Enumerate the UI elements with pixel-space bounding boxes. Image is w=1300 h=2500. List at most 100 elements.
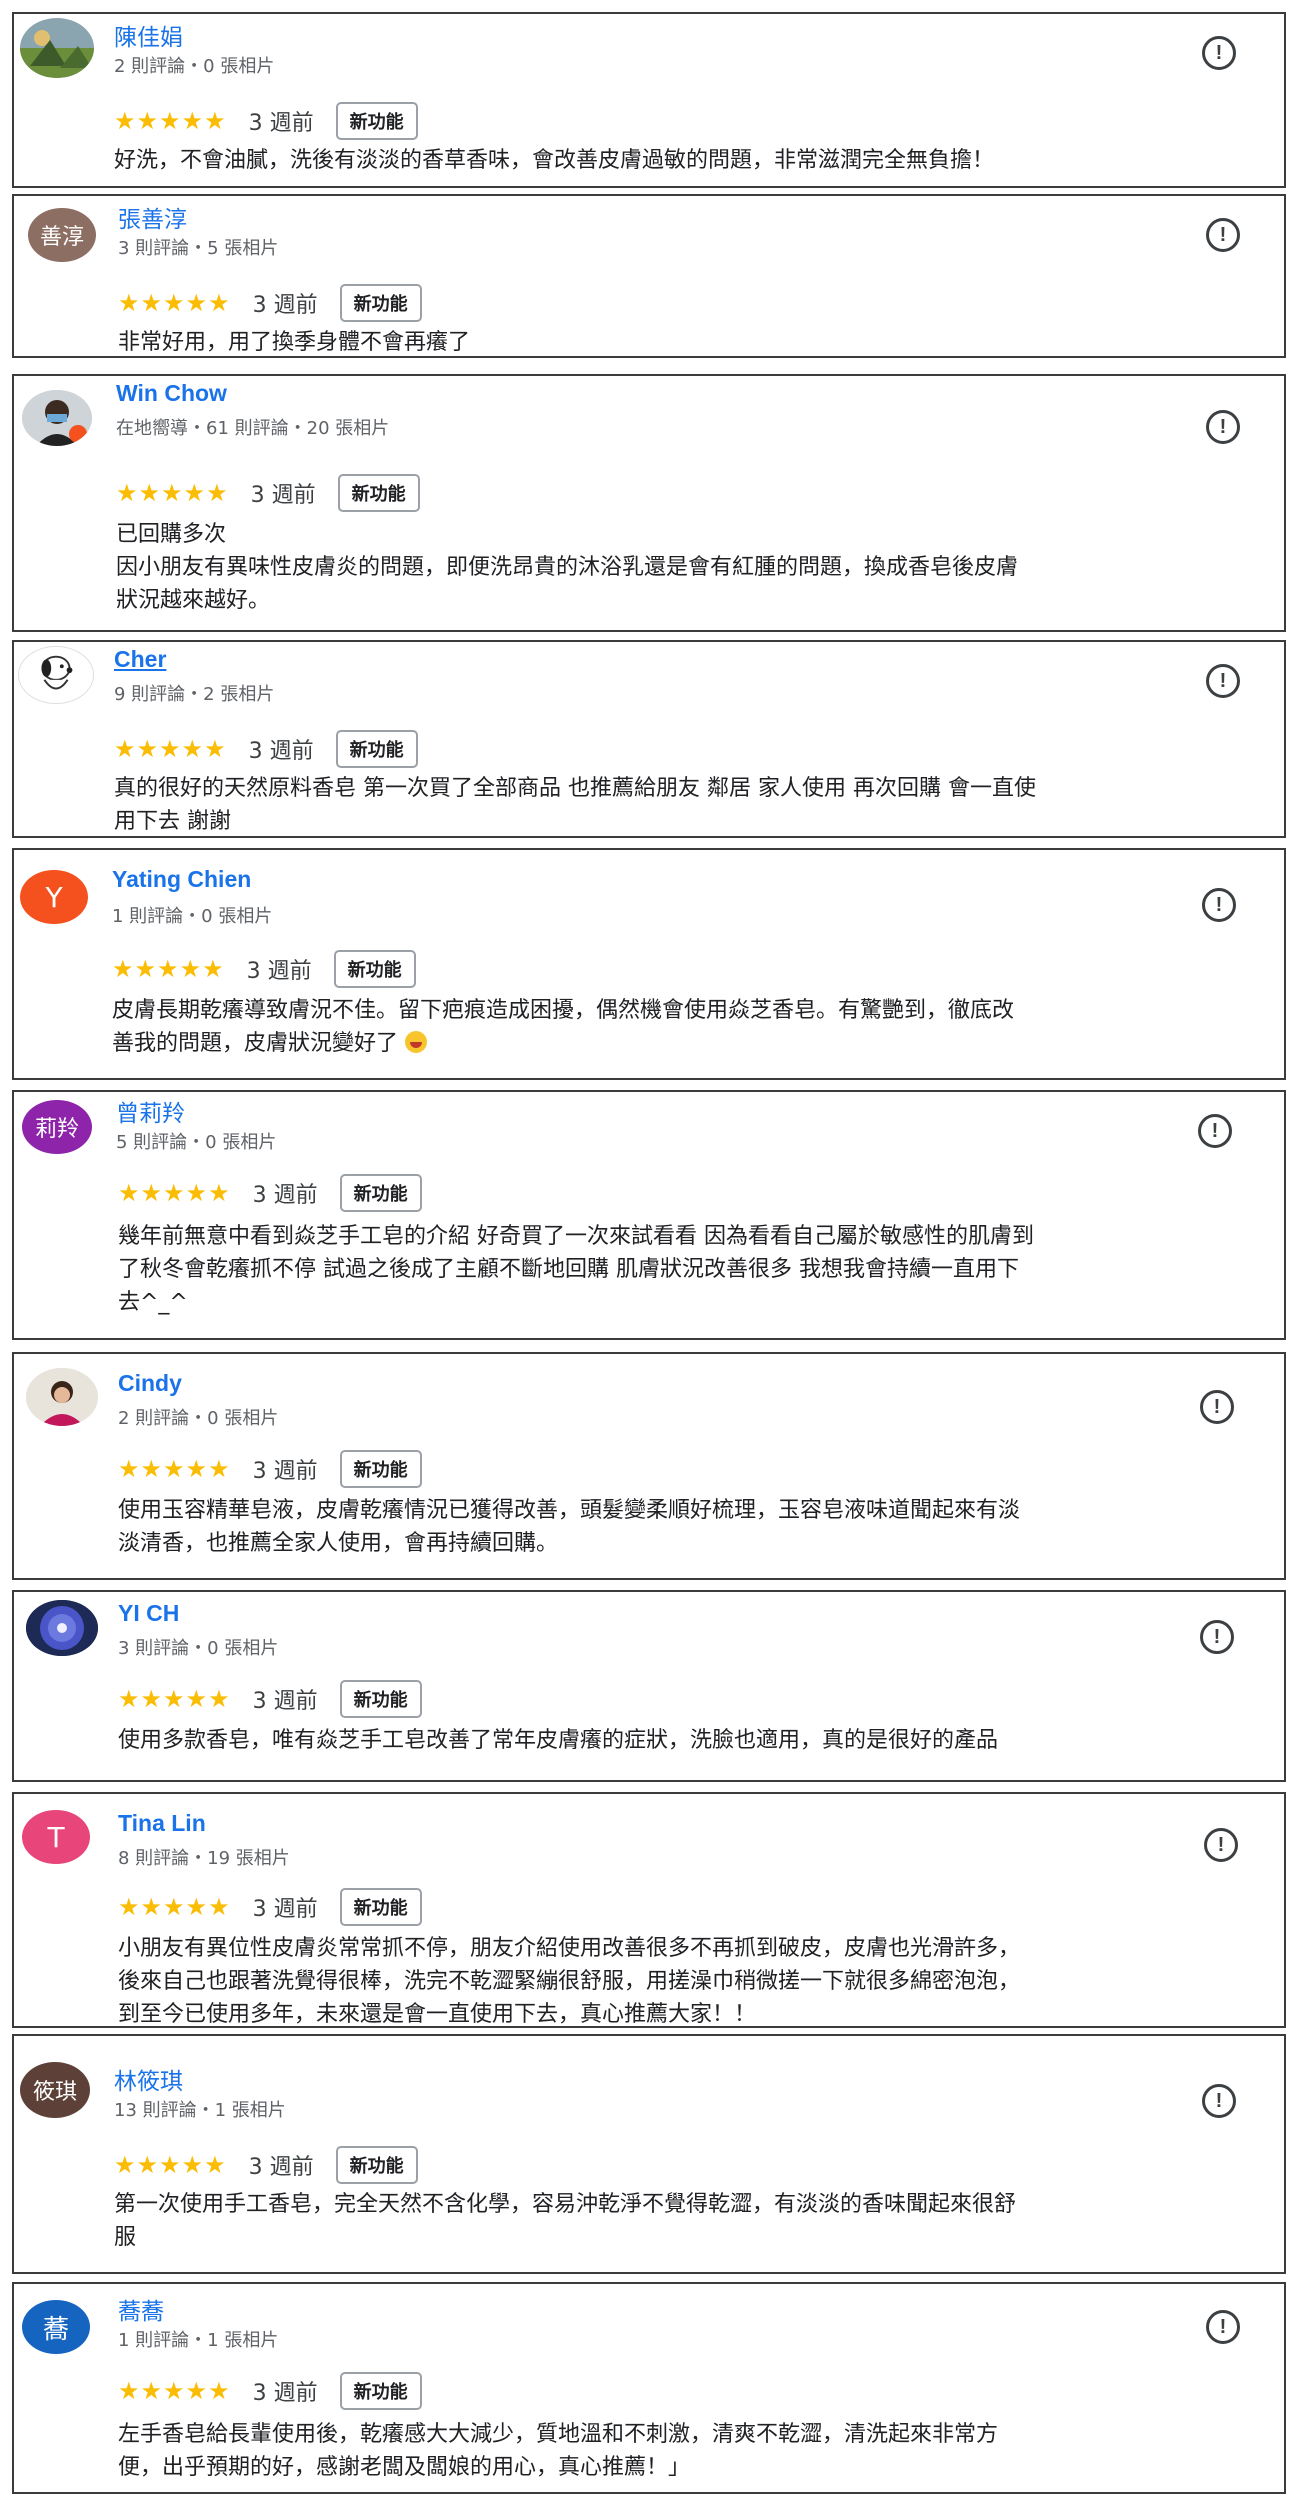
review-text: 非常好用，用了換季身體不會再癢了 <box>118 330 471 355</box>
reviewer-meta: 在地嚮導・61 則評論・20 張相片 <box>116 418 390 439</box>
avatar[interactable]: 筱琪 <box>20 2062 90 2118</box>
review-text: 左手香皂給長輩使用後，乾癢感大大減少，質地溫和不刺激，清爽不乾澀，清洗起來非常方… <box>118 2422 999 2480</box>
avatar[interactable] <box>26 1600 98 1656</box>
reviewer-meta: 3 則評論・5 張相片 <box>118 238 279 259</box>
review-text-content: 皮膚長期乾癢導致膚況不佳。留下疤痕造成困擾，偶然機會使用焱芝香皂。有驚艷到，徹底… <box>112 998 1015 1056</box>
review-card: 陳佳娟 2 則評論・0 張相片 ! ★★★★★ 3 週前 新功能 好洗，不會油膩… <box>12 12 1286 188</box>
new-feature-badge[interactable]: 新功能 <box>335 102 418 140</box>
new-feature-badge[interactable]: 新功能 <box>335 730 418 768</box>
report-icon[interactable]: ! <box>1202 2084 1236 2118</box>
reviewer-name[interactable]: 張善淳 <box>118 200 187 234</box>
star-rating: ★★★★★ <box>118 1179 231 1207</box>
reviewer-name[interactable]: Win Chow <box>116 380 227 407</box>
rating-row: ★★★★★ 3 週前 新功能 <box>118 1680 422 1718</box>
report-icon[interactable]: ! <box>1206 2310 1240 2344</box>
new-feature-badge[interactable]: 新功能 <box>339 1450 422 1488</box>
review-text: 使用多款香皂，唯有焱芝手工皂改善了常年皮膚癢的症狀，洗臉也適用，真的是很好的產品 <box>118 1728 999 1753</box>
review-card: 蕎 蕎蕎 1 則評論・1 張相片 ! ★★★★★ 3 週前 新功能 左手香皂給長… <box>12 2282 1286 2494</box>
person-photo-icon <box>22 390 92 446</box>
star-rating: ★★★★★ <box>116 479 229 507</box>
report-icon[interactable]: ! <box>1198 1114 1232 1148</box>
star-rating: ★★★★★ <box>114 107 227 135</box>
star-rating: ★★★★★ <box>114 735 227 763</box>
report-icon[interactable]: ! <box>1206 218 1240 252</box>
reviewer-meta: 5 則評論・0 張相片 <box>116 1132 277 1153</box>
report-icon[interactable]: ! <box>1206 410 1240 444</box>
report-icon[interactable]: ! <box>1200 1620 1234 1654</box>
avatar[interactable]: T <box>22 1810 90 1864</box>
avatar[interactable]: Y <box>20 870 88 924</box>
review-card: T Tina Lin 8 則評論・19 張相片 ! ★★★★★ 3 週前 新功能… <box>12 1792 1286 2028</box>
avatar[interactable] <box>20 18 94 78</box>
star-rating: ★★★★★ <box>118 289 231 317</box>
review-text: 幾年前無意中看到焱芝手工皂的介紹 好奇買了一次來試看看 因為看看自己屬於敏感性的… <box>118 1224 1034 1315</box>
review-card: 莉羚 曾莉羚 5 則評論・0 張相片 ! ★★★★★ 3 週前 新功能 幾年前無… <box>12 1090 1286 1340</box>
star-rating: ★★★★★ <box>118 2377 231 2405</box>
avatar[interactable]: 蕎 <box>22 2300 90 2354</box>
review-card: YI CH 3 則評論・0 張相片 ! ★★★★★ 3 週前 新功能 使用多款香… <box>12 1590 1286 1782</box>
reviewer-name[interactable]: Yating Chien <box>112 866 251 893</box>
new-feature-badge[interactable]: 新功能 <box>337 474 420 512</box>
reviewer-meta: 3 則評論・0 張相片 <box>118 1638 279 1659</box>
reviewer-name[interactable]: YI CH <box>118 1600 179 1627</box>
review-card: Win Chow 在地嚮導・61 則評論・20 張相片 ! ★★★★★ 3 週前… <box>12 374 1286 632</box>
review-card: Cindy 2 則評論・0 張相片 ! ★★★★★ 3 週前 新功能 使用玉容精… <box>12 1352 1286 1580</box>
avatar[interactable] <box>18 646 94 704</box>
reviewer-name[interactable]: Cindy <box>118 1370 182 1397</box>
flower-photo-icon <box>26 1600 98 1656</box>
avatar[interactable]: 善淳 <box>28 208 96 262</box>
star-rating: ★★★★★ <box>114 2151 227 2179</box>
reviewer-name[interactable]: Cher <box>114 646 166 673</box>
reviewer-name[interactable]: 陳佳娟 <box>114 18 183 52</box>
landscape-photo-icon <box>20 18 94 78</box>
review-text: 好洗，不會油膩，洗後有淡淡的香草香味，會改善皮膚過敏的問題，非常滋潤完全無負擔！ <box>114 148 995 173</box>
rating-row: ★★★★★ 3 週前 新功能 <box>118 1450 422 1488</box>
new-feature-badge[interactable]: 新功能 <box>339 2372 422 2410</box>
star-rating: ★★★★★ <box>118 1893 231 1921</box>
review-text: 真的很好的天然原料香皂 第一次買了全部商品 也推薦給朋友 鄰居 家人使用 再次回… <box>114 776 1036 834</box>
reviewer-meta: 2 則評論・0 張相片 <box>118 1408 279 1429</box>
review-time: 3 週前 <box>252 1459 318 1484</box>
report-icon[interactable]: ! <box>1200 1390 1234 1424</box>
avatar[interactable]: 莉羚 <box>22 1100 92 1154</box>
report-icon[interactable]: ! <box>1202 36 1236 70</box>
new-feature-badge[interactable]: 新功能 <box>339 1680 422 1718</box>
new-feature-badge[interactable]: 新功能 <box>333 950 416 988</box>
new-feature-badge[interactable]: 新功能 <box>339 1174 422 1212</box>
rating-row: ★★★★★ 3 週前 新功能 <box>112 950 416 988</box>
review-text: 第一次使用手工香皂，完全天然不含化學，容易沖乾淨不覺得乾澀，有淡淡的香味聞起來很… <box>114 2192 1017 2250</box>
rating-row: ★★★★★ 3 週前 新功能 <box>118 2372 422 2410</box>
snoopy-icon <box>19 647 93 703</box>
rating-row: ★★★★★ 3 週前 新功能 <box>118 1888 422 1926</box>
star-rating: ★★★★★ <box>118 1455 231 1483</box>
rating-row: ★★★★★ 3 週前 新功能 <box>116 474 420 512</box>
reviewer-meta: 9 則評論・2 張相片 <box>114 684 275 705</box>
new-feature-badge[interactable]: 新功能 <box>339 1888 422 1926</box>
person-photo-icon <box>26 1368 98 1426</box>
reviewer-name[interactable]: 林筱琪 <box>114 2062 183 2096</box>
report-icon[interactable]: ! <box>1204 1828 1238 1862</box>
new-feature-badge[interactable]: 新功能 <box>335 2146 418 2184</box>
reviewer-meta: 2 則評論・0 張相片 <box>114 56 275 77</box>
reviewer-name[interactable]: 曾莉羚 <box>116 1094 185 1128</box>
reviewer-name[interactable]: 蕎蕎 <box>118 2292 164 2326</box>
review-time: 3 週前 <box>248 739 314 764</box>
review-time: 3 週前 <box>252 2381 318 2406</box>
review-card: Y Yating Chien 1 則評論・0 張相片 ! ★★★★★ 3 週前 … <box>12 848 1286 1080</box>
report-icon[interactable]: ! <box>1202 888 1236 922</box>
smiling-face-emoji-icon <box>405 1031 428 1053</box>
reviewer-meta: 1 則評論・0 張相片 <box>112 906 273 927</box>
star-rating: ★★★★★ <box>112 955 225 983</box>
review-card: 善淳 張善淳 3 則評論・5 張相片 ! ★★★★★ 3 週前 新功能 非常好用… <box>12 194 1286 358</box>
new-feature-badge[interactable]: 新功能 <box>339 284 422 322</box>
avatar[interactable] <box>26 1368 98 1426</box>
review-card: 筱琪 林筱琪 13 則評論・1 張相片 ! ★★★★★ 3 週前 新功能 第一次… <box>12 2034 1286 2274</box>
review-time: 3 週前 <box>248 2155 314 2180</box>
rating-row: ★★★★★ 3 週前 新功能 <box>114 102 418 140</box>
review-time: 3 週前 <box>252 293 318 318</box>
reviewer-meta: 1 則評論・1 張相片 <box>118 2330 279 2351</box>
report-icon[interactable]: ! <box>1206 664 1240 698</box>
avatar[interactable] <box>22 390 92 446</box>
reviewer-name[interactable]: Tina Lin <box>118 1810 206 1837</box>
review-time: 3 週前 <box>252 1897 318 1922</box>
